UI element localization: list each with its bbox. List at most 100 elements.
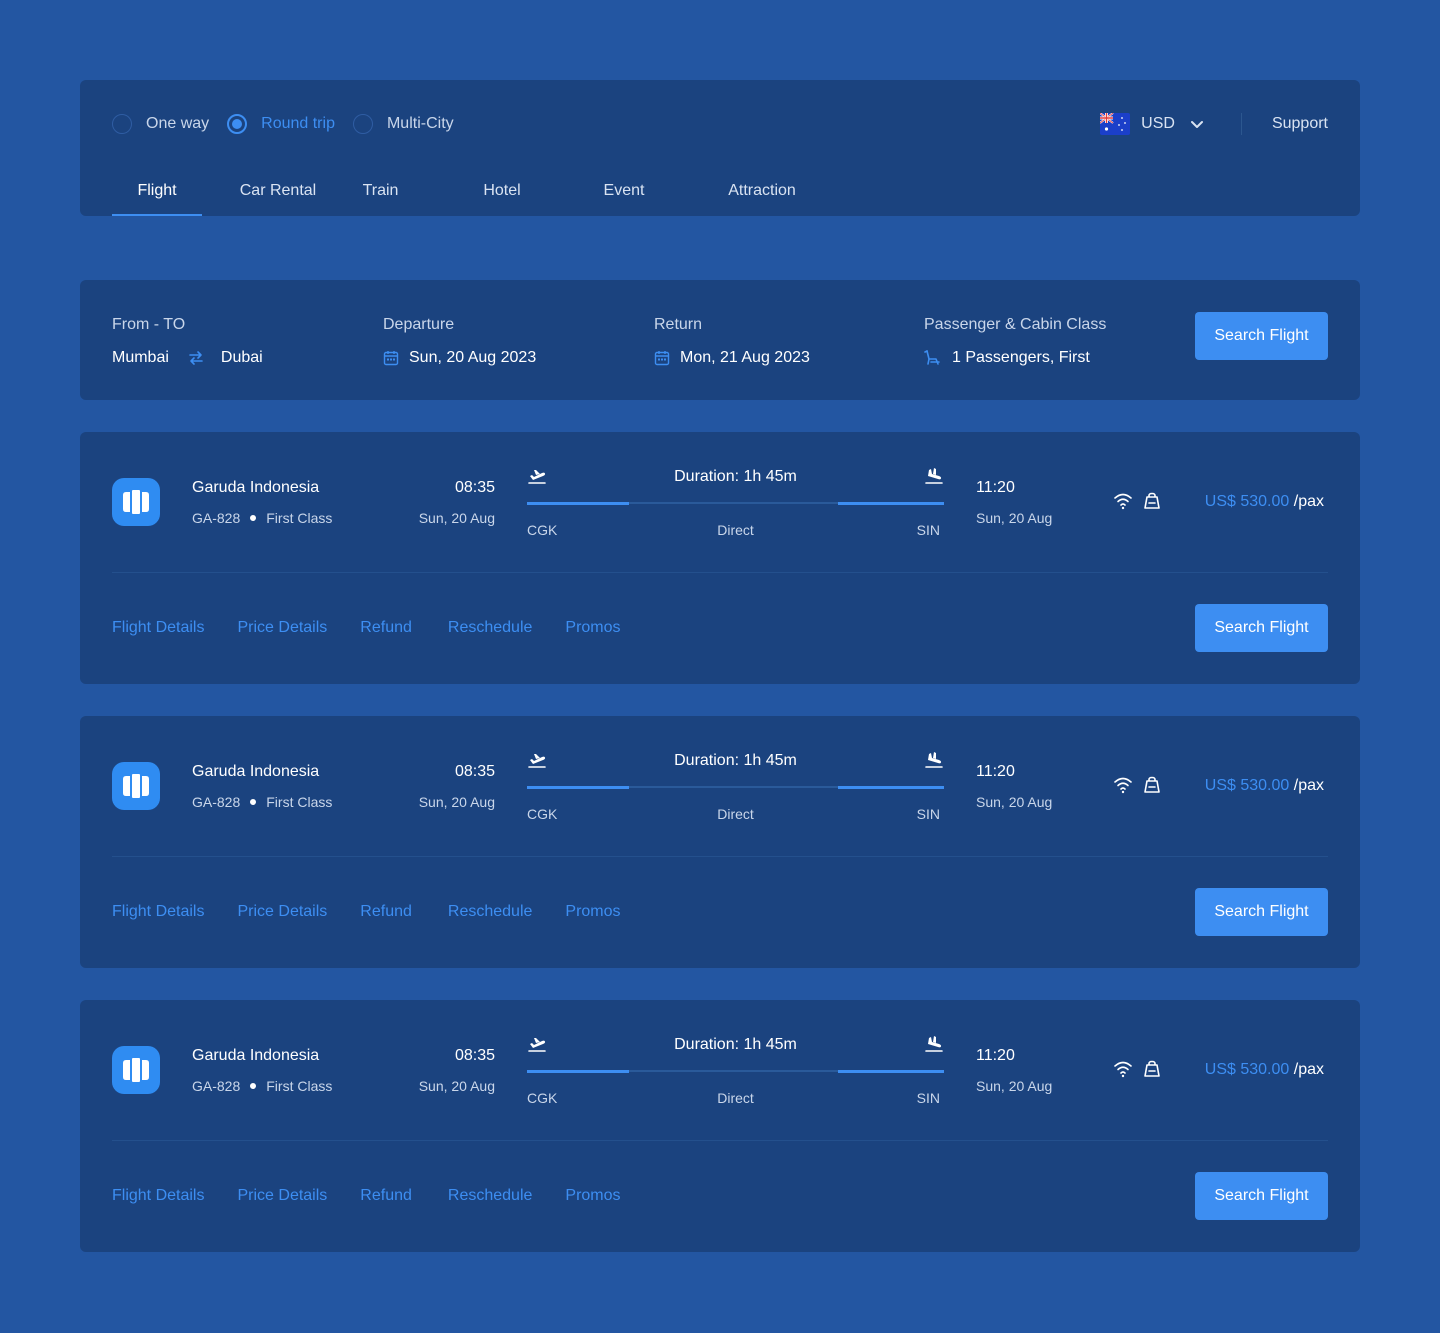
- trip-type-selector: One way Round trip Multi-City: [112, 112, 472, 136]
- search-flight-button[interactable]: Search Flight: [1195, 888, 1328, 936]
- tab-label: Hotel: [483, 182, 521, 199]
- promos-link[interactable]: Promos: [565, 1187, 620, 1205]
- radio-round-trip[interactable]: [227, 114, 248, 134]
- airline-logo-icon: [123, 490, 149, 514]
- card-divider: [112, 1140, 1328, 1141]
- airline-name: Garuda Indonesia: [192, 479, 320, 496]
- price-details-link[interactable]: Price Details: [237, 1187, 327, 1205]
- airline-name: Garuda Indonesia: [192, 763, 320, 780]
- price-details-link[interactable]: Price Details: [237, 903, 327, 921]
- tab-flight[interactable]: Flight: [112, 172, 202, 216]
- promos-link[interactable]: Promos: [565, 619, 620, 637]
- route-type: Direct: [717, 522, 754, 538]
- separator-dot: [250, 799, 257, 805]
- reschedule-link[interactable]: Reschedule: [448, 903, 533, 921]
- currency-selector[interactable]: USD: [1141, 115, 1175, 133]
- promos-link[interactable]: Promos: [565, 903, 620, 921]
- departure-time: 08:35: [454, 763, 495, 780]
- australia-flag-icon: [1100, 113, 1131, 135]
- refund-link[interactable]: Refund: [360, 903, 412, 921]
- fare-price: US$ 530.00 /pax: [1205, 777, 1324, 795]
- return-field[interactable]: Return Mon, 21 Aug 2023: [654, 316, 810, 368]
- trip-option-one-way[interactable]: One way: [112, 114, 209, 134]
- baggage-icon: [1144, 1060, 1160, 1077]
- card-divider: [112, 572, 1328, 573]
- header-divider: [1240, 113, 1242, 135]
- tab-label: Train: [362, 182, 399, 199]
- from-to-field[interactable]: From - TO Mumbai Dubai: [112, 316, 263, 368]
- flight-duration: Duration: 1h 45m: [674, 1036, 797, 1053]
- flight-detail-links: Flight Details Price Details Refund Resc…: [112, 903, 654, 921]
- landing-icon: [925, 1036, 943, 1052]
- baggage-icon: [1144, 776, 1160, 793]
- origin-city[interactable]: Mumbai: [112, 349, 169, 367]
- search-flight-button[interactable]: Search Flight: [1195, 604, 1328, 652]
- passenger-cabin-field[interactable]: Passenger & Cabin Class 1 Passengers, Fi…: [924, 316, 1106, 368]
- route-timeline: Duration: 1h 45m CGK Direct SIN: [527, 750, 944, 830]
- amenities: [1113, 776, 1171, 794]
- fare-price: US$ 530.00 /pax: [1205, 1061, 1324, 1079]
- support-link[interactable]: Support: [1272, 115, 1328, 133]
- reschedule-link[interactable]: Reschedule: [448, 1187, 533, 1205]
- swap-icon[interactable]: [188, 350, 204, 366]
- trip-option-label: Multi-City: [386, 115, 454, 132]
- tab-label: Car Rental: [239, 182, 317, 199]
- arrival-date: Sun, 20 Aug: [976, 1078, 1053, 1094]
- tab-attraction[interactable]: Attraction: [702, 172, 822, 216]
- tab-label: Event: [603, 182, 645, 199]
- price-amount: US$ 530.00: [1204, 493, 1290, 510]
- flight-details-link[interactable]: Flight Details: [112, 619, 204, 637]
- route-segment-start: [527, 1070, 629, 1073]
- airline-logo: [112, 478, 160, 526]
- tab-label: Flight: [137, 182, 177, 199]
- landing-icon: [925, 468, 943, 484]
- flight-number: GA-828: [192, 1078, 241, 1094]
- price-unit: /pax: [1293, 777, 1324, 794]
- arrival-date: Sun, 20 Aug: [976, 510, 1053, 526]
- tab-hotel[interactable]: Hotel: [462, 172, 542, 216]
- radio-one-way[interactable]: [112, 114, 132, 134]
- route-segment-end: [838, 786, 944, 789]
- price-details-link[interactable]: Price Details: [237, 619, 327, 637]
- destination-airport-code: SIN: [916, 806, 940, 822]
- cabin-class: First Class: [266, 510, 333, 526]
- price-amount: US$ 530.00: [1204, 1061, 1290, 1078]
- departure-time: 08:35: [454, 1047, 495, 1064]
- chevron-down-icon[interactable]: [1189, 116, 1205, 132]
- refund-link[interactable]: Refund: [360, 619, 412, 637]
- card-divider: [112, 856, 1328, 857]
- price-unit: /pax: [1293, 493, 1324, 510]
- trip-option-multi-city[interactable]: Multi-City: [352, 114, 454, 134]
- route-timeline: Duration: 1h 45m CGK Direct SIN: [527, 1034, 944, 1114]
- trip-option-round-trip[interactable]: Round trip: [227, 114, 335, 134]
- wifi-icon: [1114, 493, 1132, 510]
- tab-train[interactable]: Train: [344, 172, 417, 216]
- arrival-time: 11:20: [976, 479, 1015, 496]
- tab-event[interactable]: Event: [584, 172, 664, 216]
- calendar-icon: [654, 351, 670, 366]
- tab-label: Attraction: [728, 182, 796, 199]
- flight-card: Garuda Indonesia GA-828 First Class 08:3…: [80, 1000, 1360, 1252]
- destination-city[interactable]: Dubai: [221, 349, 263, 367]
- flight-duration: Duration: 1h 45m: [674, 468, 797, 485]
- tab-car-rental[interactable]: Car Rental: [218, 172, 338, 216]
- flight-details-link[interactable]: Flight Details: [112, 903, 204, 921]
- arrival-time: 11:20: [976, 1047, 1015, 1064]
- search-flight-button[interactable]: Search Flight: [1195, 312, 1328, 360]
- departure-date: Sun, 20 Aug: [418, 1078, 495, 1094]
- baggage-icon: [1144, 492, 1160, 509]
- departure-field[interactable]: Departure Sun, 20 Aug 2023: [383, 316, 536, 368]
- route-timeline: Duration: 1h 45m CGK Direct SIN: [527, 466, 944, 546]
- flight-meta: GA-828 First Class: [192, 510, 332, 526]
- reschedule-link[interactable]: Reschedule: [448, 619, 533, 637]
- trip-option-label: One way: [146, 115, 210, 132]
- flight-details-link[interactable]: Flight Details: [112, 1187, 204, 1205]
- route-segment-start: [527, 786, 629, 789]
- route-line: [527, 786, 944, 789]
- airline-logo: [112, 1046, 160, 1094]
- search-flight-button[interactable]: Search Flight: [1195, 1172, 1328, 1220]
- radio-multi-city[interactable]: [352, 114, 373, 134]
- departure-date: Sun, 20 Aug: [418, 794, 495, 810]
- refund-link[interactable]: Refund: [360, 1187, 412, 1205]
- departure-time: 08:35: [454, 479, 495, 496]
